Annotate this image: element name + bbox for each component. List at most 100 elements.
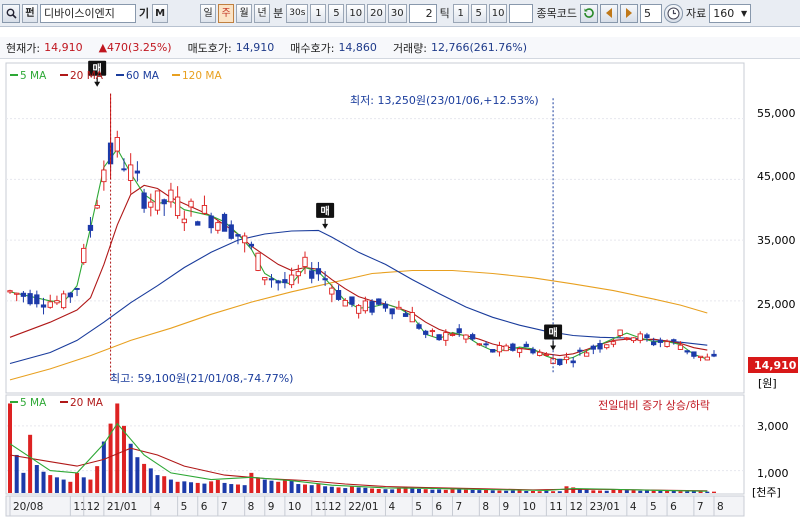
tick-5-button[interactable]: 5 (470, 3, 487, 23)
step-count-input[interactable]: 5 (639, 3, 662, 23)
candle-body (684, 350, 690, 353)
flag-label-1: 기 (139, 7, 150, 20)
prev-arrow-icon[interactable] (599, 3, 618, 23)
volume-bar (135, 457, 140, 493)
x-tick-label: 8 (482, 501, 489, 513)
volume-bar (644, 490, 649, 493)
volume-bar (215, 480, 220, 493)
candle-body (429, 330, 436, 333)
tick-10-button[interactable]: 10 (488, 3, 508, 23)
candle-body (651, 341, 657, 346)
volume-bar (484, 489, 489, 493)
candle-body (268, 278, 275, 281)
volume-bar (356, 487, 361, 493)
candle-body (54, 300, 60, 304)
vol-legend-ma5: 5 MA (20, 397, 47, 409)
volume-bar (41, 471, 46, 493)
volume-bar (282, 479, 287, 493)
x-tick-label: 11 (549, 501, 562, 513)
minute-1-button[interactable]: 1 (310, 3, 327, 23)
candle-body (416, 324, 422, 329)
candle-body (369, 301, 375, 313)
volume-bar (115, 403, 120, 493)
candle-body (342, 299, 348, 307)
candle-body (101, 169, 107, 183)
period-day-button[interactable]: 일 (200, 3, 217, 23)
volume-bar (303, 484, 308, 493)
period-month-button[interactable]: 월 (236, 3, 253, 23)
legend-ma120: 120 MA (182, 70, 222, 82)
candle-body (154, 190, 161, 211)
clock-icon[interactable] (663, 3, 683, 23)
candle-body (570, 360, 576, 364)
candle-body (691, 351, 697, 357)
candle-body (235, 234, 241, 237)
minute-20-button[interactable]: 20 (367, 3, 386, 23)
candle-body (697, 355, 704, 358)
x-tick-label: 4 (630, 501, 637, 513)
candle-body (476, 343, 482, 346)
x-tick-label: 5 (650, 501, 657, 513)
volume-bar (75, 472, 80, 493)
fund-button[interactable]: 펀 (22, 3, 38, 23)
next-arrow-icon[interactable] (619, 3, 638, 23)
volume-bar (416, 488, 421, 493)
volume-bar (168, 479, 173, 493)
volume-bar (611, 489, 616, 493)
current-price-label: 현재가: (6, 41, 41, 55)
candle-body (355, 305, 362, 314)
tick-1-button[interactable]: 1 (452, 3, 469, 23)
sec-30-button[interactable]: 30s (286, 3, 309, 23)
volume-bar (678, 491, 683, 493)
candle-body (141, 192, 147, 209)
candle-body (161, 199, 167, 205)
x-tick-label: 8 (717, 501, 724, 513)
volume-bar (470, 489, 475, 493)
x-tick-label: 6 (201, 501, 208, 513)
stock-chart[interactable]: 매매매 5 MA 20 MA 60 MA 120 MA 5 MA 20 MA 전… (0, 59, 800, 518)
volume-bar (443, 489, 448, 493)
minute-30-button[interactable]: 30 (387, 3, 407, 23)
volume-bar (21, 472, 26, 493)
minute-5-button[interactable]: 5 (328, 3, 345, 23)
volume-bar (148, 468, 153, 493)
candle-body (87, 224, 94, 231)
candle-body (221, 213, 228, 232)
candle-body (436, 334, 442, 341)
volume-bar (631, 490, 636, 493)
volume-bar (463, 489, 468, 493)
x-tick-label: 6 (670, 501, 677, 513)
candle-body (637, 333, 643, 341)
data-count-select[interactable]: 160 ▼ (709, 3, 752, 23)
margin-flag[interactable]: M (152, 3, 169, 23)
tick-input[interactable] (509, 3, 534, 23)
volume-bar (242, 485, 247, 493)
candle-body (282, 279, 288, 284)
minute-10-button[interactable]: 10 (346, 3, 366, 23)
y-tick-35000: 35,000 (757, 234, 796, 247)
period-week-button[interactable]: 주 (218, 3, 235, 23)
candle-body (624, 337, 630, 340)
current-price-value: 14,910 (44, 41, 83, 54)
candle-body (664, 341, 670, 347)
period-year-button[interactable]: 년 (254, 3, 271, 23)
change-value: ▲470(3.25%) (98, 41, 172, 54)
stock-name-field[interactable]: 디바이스이엔지 (40, 3, 136, 23)
legend-ma60: 60 MA (126, 70, 160, 82)
x-tick-label: 7 (221, 501, 228, 513)
candle-body (711, 353, 717, 357)
x-tick-label: 23/01 (590, 501, 620, 513)
candle-body (657, 339, 664, 343)
candle-body (671, 339, 677, 342)
candle-body (563, 356, 570, 361)
search-icon[interactable] (2, 3, 20, 23)
candle-body (463, 334, 469, 340)
volume-bar (712, 491, 716, 493)
minute-input[interactable]: 2 (408, 3, 437, 23)
bid-label: 매수호가: (290, 41, 335, 55)
volume-bar (517, 490, 522, 493)
refresh-icon[interactable] (579, 3, 598, 23)
candle-body (201, 205, 208, 214)
candle-body (34, 294, 40, 305)
candle-body (516, 348, 523, 353)
